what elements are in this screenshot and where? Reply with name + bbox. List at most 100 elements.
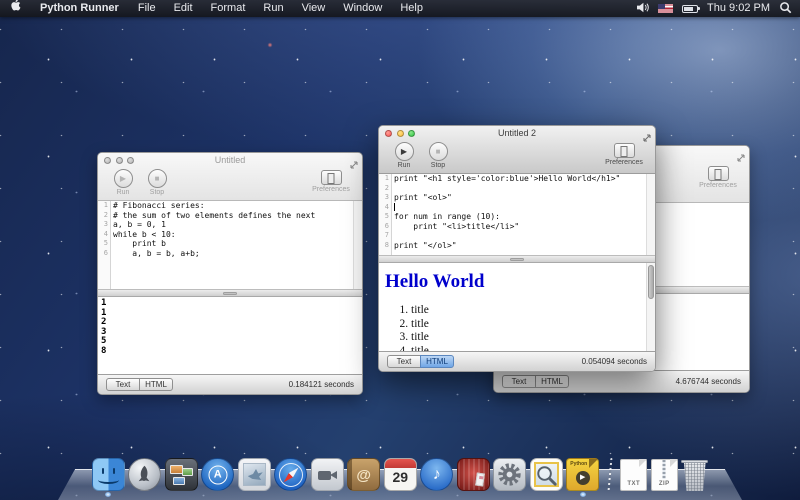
dock-separator bbox=[607, 458, 612, 491]
menu-app-name[interactable]: Python Runner bbox=[30, 0, 129, 17]
titlebar[interactable]: Untitled bbox=[98, 153, 362, 167]
splitter-handle[interactable] bbox=[510, 258, 524, 261]
apple-menu-icon[interactable] bbox=[0, 0, 30, 18]
menu-edit[interactable]: Edit bbox=[165, 0, 202, 17]
close-button[interactable] bbox=[385, 130, 392, 137]
play-icon: ▶ bbox=[576, 471, 590, 485]
preferences-button[interactable]: Preferences bbox=[308, 169, 354, 193]
window-title: Untitled bbox=[98, 153, 362, 167]
text-tab[interactable]: Text bbox=[106, 378, 140, 391]
output-mode-segmented-control: Text HTML bbox=[106, 378, 173, 391]
run-button[interactable]: ▶ Run bbox=[387, 142, 421, 169]
minimize-button[interactable] bbox=[116, 157, 123, 164]
stop-button[interactable]: ■ Stop bbox=[140, 169, 174, 196]
zoom-button[interactable] bbox=[408, 130, 415, 137]
menu-help[interactable]: Help bbox=[391, 0, 432, 17]
facetime-dock-icon[interactable] bbox=[311, 458, 344, 491]
text-tab[interactable]: Text bbox=[502, 375, 536, 388]
code-line: 7 bbox=[379, 231, 655, 241]
vertical-scrollbar[interactable] bbox=[646, 263, 655, 351]
preferences-icon bbox=[708, 166, 729, 181]
pane-splitter[interactable] bbox=[379, 255, 655, 263]
input-language-flag-icon[interactable] bbox=[658, 4, 673, 13]
output-mode-segmented-control: Text HTML bbox=[387, 355, 454, 368]
scrollbar-thumb[interactable] bbox=[648, 265, 654, 299]
code-line: 5 print b bbox=[98, 239, 362, 249]
python-runner-dock-icon[interactable]: Python ▶ bbox=[566, 458, 599, 491]
itunes-dock-icon[interactable]: ♪ bbox=[420, 458, 453, 491]
address-book-dock-icon[interactable]: @ bbox=[347, 458, 380, 491]
mail-dock-icon[interactable] bbox=[238, 458, 271, 491]
launchpad-dock-icon[interactable] bbox=[128, 458, 161, 491]
code-line: 5for num in range (10): bbox=[379, 212, 655, 222]
spotlight-icon[interactable] bbox=[779, 1, 792, 17]
code-line: 3print "<ol>" bbox=[379, 193, 655, 203]
zip-file-dock-icon[interactable]: ZIP bbox=[651, 459, 678, 491]
bottom-bar: Text HTML 0.054094 seconds bbox=[379, 351, 655, 371]
code-editor[interactable]: 1# Fibonacci series: 2# the sum of two e… bbox=[98, 201, 362, 289]
window-untitled: Untitled ▶ Run ■ Stop Preferences bbox=[97, 152, 363, 395]
code-line: 6 print "<li>title</li>" bbox=[379, 222, 655, 232]
preferences-button[interactable]: Preferences bbox=[695, 165, 741, 189]
list-item: title bbox=[411, 318, 655, 330]
execution-time: 4.676744 seconds bbox=[676, 377, 749, 386]
html-tab[interactable]: HTML bbox=[139, 378, 173, 391]
menu-file[interactable]: File bbox=[129, 0, 165, 17]
stop-icon: ■ bbox=[148, 169, 167, 188]
code-line: 3a, b = 0, 1 bbox=[98, 220, 362, 230]
ical-dock-icon[interactable]: 29 bbox=[384, 458, 417, 491]
pane-splitter[interactable] bbox=[98, 289, 362, 297]
menu-format[interactable]: Format bbox=[202, 0, 255, 17]
txt-file-dock-icon[interactable]: TXT bbox=[620, 459, 647, 491]
volume-icon[interactable] bbox=[636, 2, 649, 16]
traffic-lights[interactable] bbox=[104, 157, 134, 164]
code-line: 4while b < 10: bbox=[98, 230, 362, 240]
output-line: 5 bbox=[98, 337, 362, 347]
html-tab[interactable]: HTML bbox=[535, 375, 569, 388]
output-pane: 1 1 2 3 5 8 bbox=[98, 297, 362, 374]
code-line: 8print "</ol>" bbox=[379, 241, 655, 251]
code-editor[interactable]: 1print "<h1 style='color:blue'>Hello Wor… bbox=[379, 174, 655, 255]
play-icon: ▶ bbox=[114, 169, 133, 188]
output-mode-segmented-control: Text HTML bbox=[502, 375, 569, 388]
text-tab[interactable]: Text bbox=[387, 355, 421, 368]
app-store-dock-icon[interactable]: A bbox=[201, 458, 234, 491]
desktop-wallpaper: Python Runner File Edit Format Run View … bbox=[0, 0, 800, 500]
text-cursor bbox=[394, 203, 395, 211]
menu-run[interactable]: Run bbox=[254, 0, 292, 17]
output-line: 1 bbox=[98, 309, 362, 319]
html-tab[interactable]: HTML bbox=[420, 355, 454, 368]
code-line: 1print "<h1 style='color:blue'>Hello Wor… bbox=[379, 174, 655, 184]
traffic-lights[interactable] bbox=[385, 130, 415, 137]
trash-dock-icon[interactable] bbox=[681, 460, 708, 491]
fullscreen-icon[interactable] bbox=[737, 149, 745, 167]
html-output-pane: Hello World title title title title titl… bbox=[379, 263, 655, 351]
run-button[interactable]: ▶ Run bbox=[106, 169, 140, 196]
fullscreen-icon[interactable] bbox=[643, 129, 651, 147]
close-button[interactable] bbox=[104, 157, 111, 164]
minimize-button[interactable] bbox=[397, 130, 404, 137]
finder-dock-icon[interactable] bbox=[92, 458, 125, 491]
menu-clock[interactable]: Thu 9:02 PM bbox=[707, 0, 770, 17]
safari-dock-icon[interactable] bbox=[274, 458, 307, 491]
stop-button[interactable]: ■ Stop bbox=[421, 142, 455, 169]
menu-view[interactable]: View bbox=[293, 0, 335, 17]
titlebar[interactable]: Untitled 2 bbox=[379, 126, 655, 140]
code-line: 2# the sum of two elements defines the n… bbox=[98, 211, 362, 221]
preview-dock-icon[interactable] bbox=[530, 458, 563, 491]
system-preferences-dock-icon[interactable] bbox=[493, 458, 526, 491]
splitter-handle[interactable] bbox=[223, 292, 237, 295]
execution-time: 0.054094 seconds bbox=[582, 357, 655, 366]
mission-control-dock-icon[interactable] bbox=[165, 458, 198, 491]
battery-icon[interactable] bbox=[682, 5, 698, 13]
zoom-button[interactable] bbox=[127, 157, 134, 164]
window-title: Untitled 2 bbox=[379, 126, 655, 140]
menu-bar: Python Runner File Edit Format Run View … bbox=[0, 0, 800, 17]
bottom-bar: Text HTML 0.184121 seconds bbox=[98, 374, 362, 394]
fullscreen-icon[interactable] bbox=[350, 156, 358, 174]
preferences-button[interactable]: Preferences bbox=[601, 142, 647, 166]
code-line: 1# Fibonacci series: bbox=[98, 201, 362, 211]
code-line: 6 a, b = b, a+b; bbox=[98, 249, 362, 259]
menu-window[interactable]: Window bbox=[334, 0, 391, 17]
photo-booth-dock-icon[interactable] bbox=[457, 458, 490, 491]
